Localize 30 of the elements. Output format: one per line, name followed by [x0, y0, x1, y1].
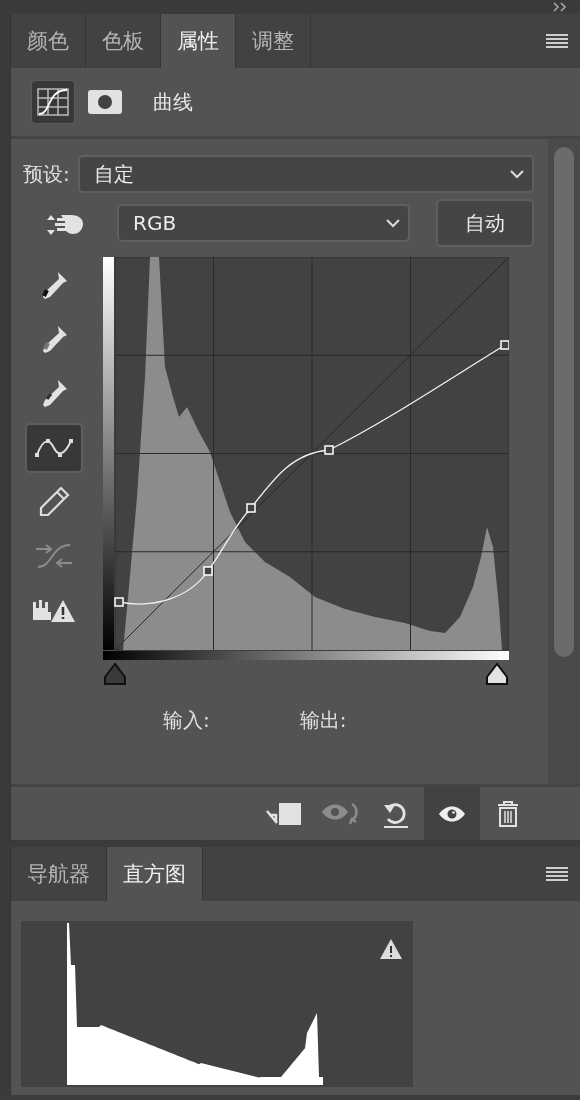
curve-point-icon [34, 436, 74, 460]
smooth-icon [34, 541, 74, 571]
caret-icon [386, 218, 400, 228]
menu-icon[interactable] [546, 33, 568, 49]
curve-drawing[interactable] [114, 340, 509, 607]
channel-dropdown[interactable]: RGB [117, 204, 410, 242]
input-gradient-track[interactable] [103, 651, 509, 687]
input-slider-handle[interactable] [485, 662, 509, 686]
adjustment-title: 曲线 [153, 88, 193, 116]
chevron-icon[interactable] [552, 2, 568, 12]
preset-label: 预设: [23, 160, 70, 188]
eye-icon [438, 804, 466, 823]
curves-grid-icon [37, 88, 69, 116]
panel-tab[interactable]: 属性 [161, 14, 236, 68]
output-label: 输出: [299, 707, 347, 734]
input-label: 输入: [163, 707, 210, 734]
curves-adjustment-button[interactable] [31, 80, 75, 124]
pencil-icon [37, 485, 71, 519]
clip-layer-icon [265, 800, 303, 827]
menu-icon[interactable] [546, 866, 568, 882]
trash-icon [496, 799, 520, 828]
caret-icon [510, 169, 524, 179]
auto-button[interactable]: 自动 [436, 199, 534, 247]
preset-dropdown[interactable]: 自定 [77, 155, 534, 193]
curve-point-tool[interactable] [25, 423, 83, 473]
input-slider-handle[interactable] [103, 662, 127, 686]
visibility-button[interactable] [424, 787, 480, 840]
panel-tab[interactable]: 直方图 [107, 847, 203, 901]
mask-icon [88, 90, 122, 114]
scrollbar-thumb[interactable] [554, 147, 574, 657]
